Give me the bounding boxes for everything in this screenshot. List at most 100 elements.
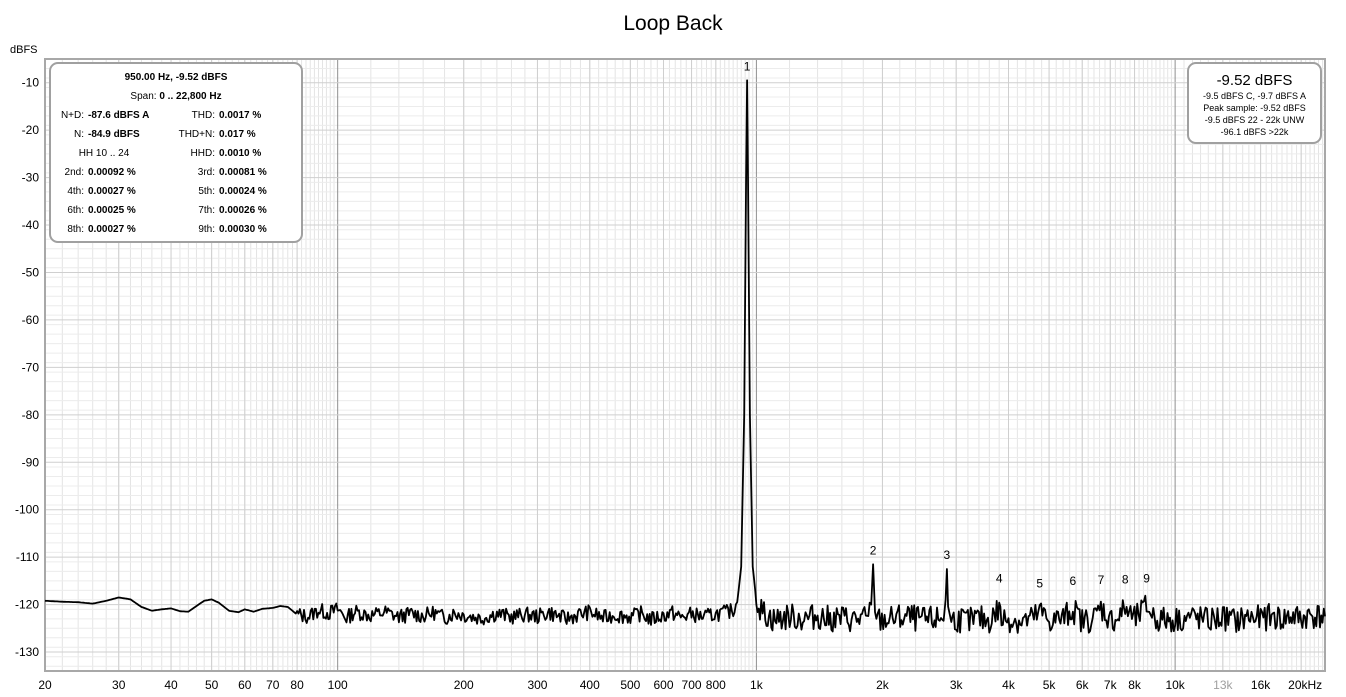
harmonic-marker-label: 2 bbox=[870, 543, 877, 557]
x-tick-label: 200 bbox=[454, 678, 474, 692]
stat-label: N: bbox=[74, 129, 84, 140]
stat-value: 0.0010 % bbox=[219, 148, 262, 159]
harmonic-marker-label: 3 bbox=[944, 548, 951, 562]
stat-label: 9th: bbox=[198, 224, 215, 235]
stat-value: 0.017 % bbox=[219, 129, 256, 140]
harmonic-marker-label: 7 bbox=[1098, 573, 1105, 587]
stat-label: 4th: bbox=[67, 186, 84, 197]
level-detail-line: -9.5 dBFS 22 - 22k UNW bbox=[1204, 115, 1305, 125]
stat-label: 8th: bbox=[67, 224, 84, 235]
x-tick-label: 30 bbox=[112, 678, 126, 692]
x-tick-label: 2k bbox=[876, 678, 890, 692]
stat-value: 0.00026 % bbox=[219, 205, 267, 216]
x-tick-label: 50 bbox=[205, 678, 219, 692]
stats-row: N+D: -87.6 dBFS A THD: 0.0017 % bbox=[51, 108, 301, 124]
level-detail-line: -9.5 dBFS C, -9.7 dBFS A bbox=[1202, 91, 1307, 101]
span-value: 0 .. 22,800 Hz bbox=[159, 91, 222, 102]
x-tick-label: 10k bbox=[1165, 678, 1185, 692]
stats-row: 4th: 0.00027 % 5th: 0.00024 % bbox=[51, 184, 301, 200]
y-tick-label: -30 bbox=[22, 171, 40, 185]
x-tick-label: 600 bbox=[653, 678, 673, 692]
stat-label: N+D: bbox=[60, 110, 84, 121]
stat-label: 3rd: bbox=[197, 167, 215, 178]
x-tick-labels: 20 30 40 50 60 70 80 100 200 300 400 500 600 700 800 1k… bbox=[38, 678, 1322, 692]
y-tick-label: -100 bbox=[15, 503, 39, 517]
stat-label: 7th: bbox=[198, 205, 215, 216]
stat-value: 0.00030 % bbox=[219, 224, 267, 235]
harmonic-marker-label: 6 bbox=[1070, 574, 1077, 588]
x-tick-label: 1k bbox=[750, 678, 764, 692]
stat-value: 0.0017 % bbox=[219, 110, 262, 121]
chart-title: Loop Back bbox=[623, 12, 723, 35]
x-tick-label: 60 bbox=[238, 678, 252, 692]
harmonic-marker-label: 9 bbox=[1143, 572, 1150, 586]
x-tick-label: 300 bbox=[527, 678, 547, 692]
y-tick-label: -20 bbox=[22, 123, 40, 137]
stat-value: 0.00092 % bbox=[88, 167, 136, 178]
x-tick-label: 70 bbox=[266, 678, 280, 692]
stats-row: N: -84.9 dBFS THD+N: 0.017 % bbox=[51, 127, 301, 143]
stat-value: 0.00024 % bbox=[219, 186, 267, 197]
x-tick-label: 100 bbox=[328, 678, 348, 692]
x-tick-label: 16k bbox=[1251, 678, 1271, 692]
stats-row: 2nd: 0.00092 % 3rd: 0.00081 % bbox=[51, 165, 301, 181]
x-tick-label: 400 bbox=[580, 678, 600, 692]
stat-label: 2nd: bbox=[64, 167, 84, 178]
stat-value: -84.9 dBFS bbox=[88, 129, 140, 140]
stats-row: HH 10 .. 24 HHD: 0.0010 % bbox=[51, 146, 301, 162]
stat-label: THD: bbox=[191, 110, 215, 121]
level-detail-lines: -9.5 dBFS C, -9.7 dBFS A Peak sample: -9.… bbox=[1189, 90, 1320, 138]
y-tick-label: -70 bbox=[22, 360, 40, 374]
x-tick-label: 6k bbox=[1076, 678, 1090, 692]
stat-value: 0.00081 % bbox=[219, 167, 267, 178]
x-tick-label: 80 bbox=[290, 678, 304, 692]
stats-row: 8th: 0.00027 % 9th: 0.00030 % bbox=[51, 222, 301, 238]
fundamental-readout: 950.00 Hz, -9.52 dBFS bbox=[124, 72, 228, 83]
x-tick-label: 5k bbox=[1043, 678, 1057, 692]
y-tick-label: -50 bbox=[22, 265, 40, 279]
y-tick-label: -10 bbox=[22, 76, 40, 90]
stat-label: 6th: bbox=[67, 205, 84, 216]
level-readout: -9.52 dBFS bbox=[1216, 72, 1293, 89]
stat-label: HHD: bbox=[190, 148, 215, 159]
harmonic-marker-label: 8 bbox=[1122, 573, 1129, 587]
x-tick-label: 800 bbox=[706, 678, 726, 692]
stat-value: 0.00025 % bbox=[88, 205, 136, 216]
x-tick-label: 20kHz bbox=[1288, 678, 1322, 692]
y-tick-label: -40 bbox=[22, 218, 40, 232]
y-tick-label: -130 bbox=[15, 645, 39, 659]
stat-label: THD+N: bbox=[178, 129, 215, 140]
y-axis-label: dBFS bbox=[10, 44, 38, 56]
stat-value: 0.00027 % bbox=[88, 224, 136, 235]
stats-header: 950.00 Hz, -9.52 dBFS bbox=[51, 70, 301, 86]
y-tick-label: -90 bbox=[22, 455, 40, 469]
x-tick-label: 8k bbox=[1128, 678, 1142, 692]
x-tick-label: 40 bbox=[164, 678, 178, 692]
stat-value: 0.00027 % bbox=[88, 186, 136, 197]
measurement-stats-panel: 950.00 Hz, -9.52 dBFS Span: 0 .. 22,800 … bbox=[49, 62, 303, 243]
level-detail-line: Peak sample: -9.52 dBFS bbox=[1203, 103, 1306, 113]
stat-value: -87.6 dBFS A bbox=[88, 110, 150, 121]
y-tick-label: -110 bbox=[16, 550, 39, 564]
stats-row: 6th: 0.00025 % 7th: 0.00026 % bbox=[51, 203, 301, 219]
x-tick-label: 3k bbox=[950, 678, 964, 692]
x-tick-label: 7k bbox=[1104, 678, 1118, 692]
x-tick-label: 4k bbox=[1002, 678, 1016, 692]
y-tick-label: -120 bbox=[15, 598, 39, 612]
x-tick-label: 20 bbox=[38, 678, 52, 692]
span-row: Span: 0 .. 22,800 Hz bbox=[51, 89, 301, 105]
harmonic-marker-label: 5 bbox=[1036, 576, 1043, 590]
stat-label: 5th: bbox=[198, 186, 215, 197]
y-tick-labels: -10 -20 -30 -40 -50 -60 -70 -80 -90 -100 -110 -120 -… bbox=[15, 76, 39, 659]
x-tick-label: 700 bbox=[682, 678, 702, 692]
x-tick-label: 500 bbox=[620, 678, 640, 692]
stat-label: HH 10 .. 24 bbox=[78, 148, 130, 159]
level-detail-line: -96.1 dBFS >22k bbox=[1220, 127, 1289, 137]
y-tick-label: -60 bbox=[22, 313, 40, 327]
level-panel: -9.52 dBFS -9.5 dBFS C, -9.7 dBFS A Peak … bbox=[1187, 62, 1322, 144]
harmonic-marker-label: 4 bbox=[996, 572, 1003, 586]
span-label: Span: bbox=[130, 91, 157, 102]
y-tick-label: -80 bbox=[22, 408, 40, 422]
harmonic-marker-label: 1 bbox=[744, 59, 751, 73]
x-tick-label: 13k bbox=[1213, 678, 1233, 692]
